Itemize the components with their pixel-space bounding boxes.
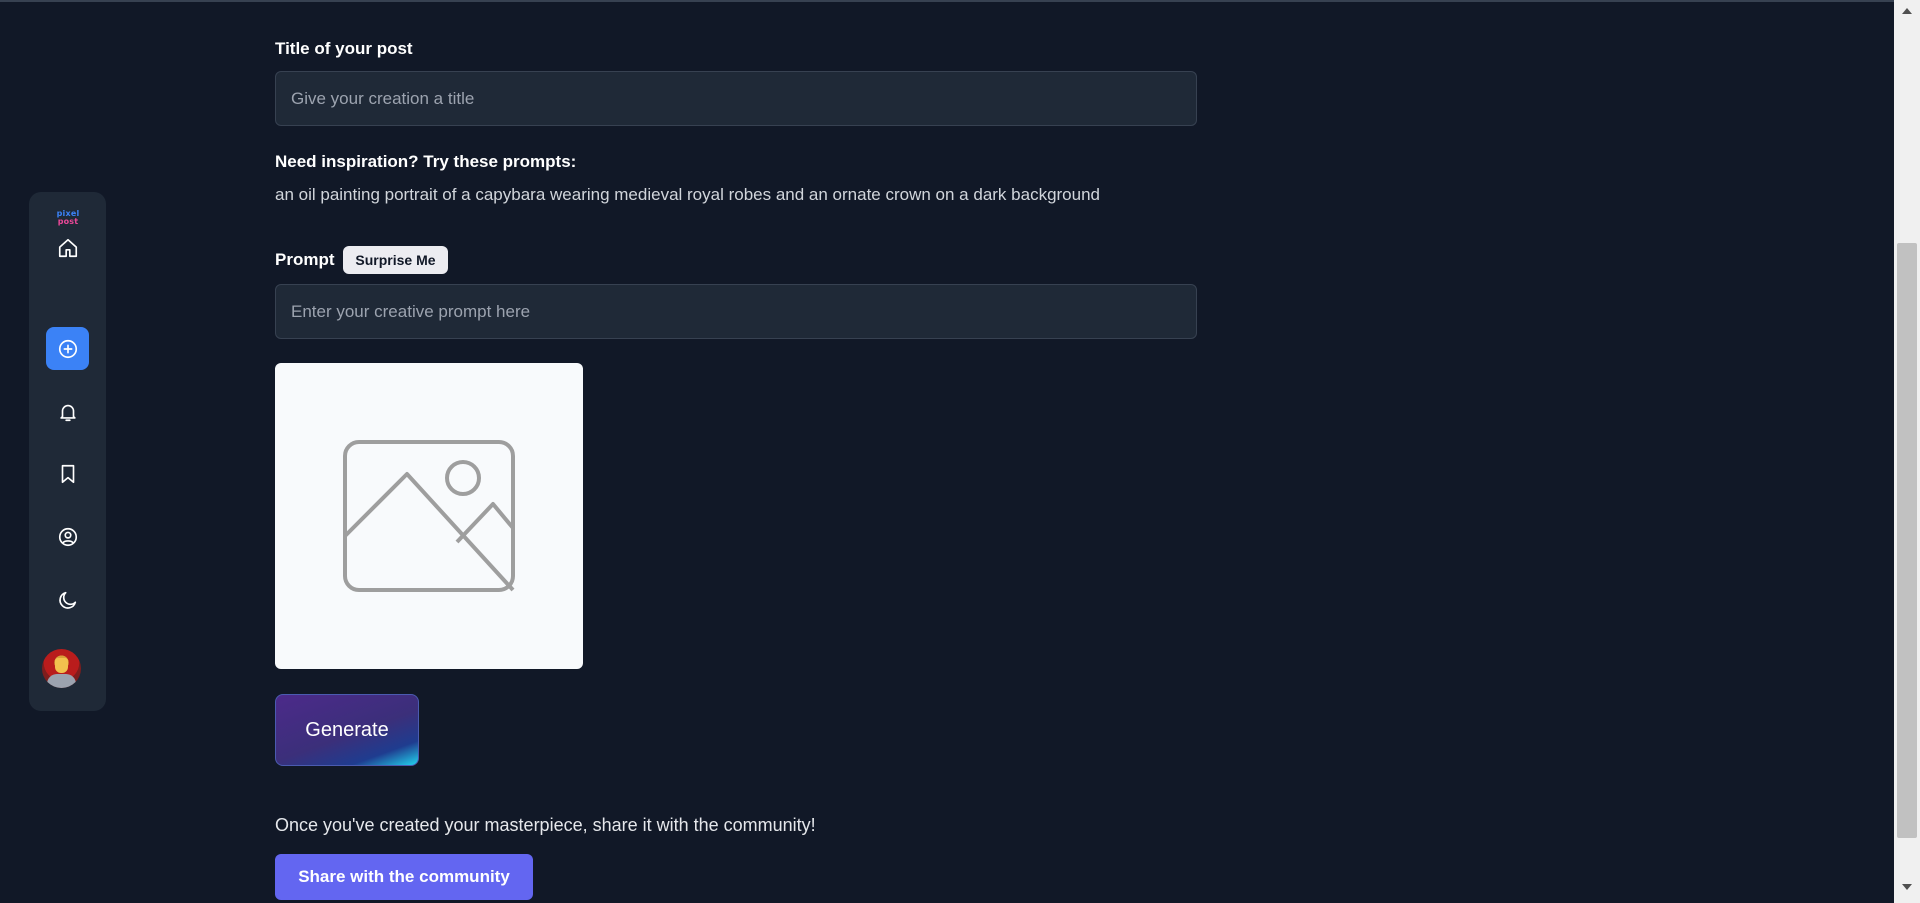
sidebar-item-saved[interactable] bbox=[46, 452, 89, 495]
generate-button[interactable]: Generate bbox=[275, 694, 419, 766]
sidebar: pixel post bbox=[29, 192, 106, 711]
vertical-scrollbar[interactable] bbox=[1894, 0, 1920, 903]
share-description: Once you've created your masterpiece, sh… bbox=[275, 815, 816, 835]
scroll-up-arrow-icon[interactable] bbox=[1902, 8, 1912, 14]
title-label: Title of your post bbox=[275, 39, 413, 58]
moon-icon bbox=[58, 591, 76, 609]
avatar[interactable] bbox=[42, 649, 81, 688]
image-preview bbox=[275, 363, 583, 669]
bell-icon bbox=[59, 404, 76, 421]
image-placeholder-icon bbox=[343, 440, 515, 592]
prompt-label: Prompt bbox=[275, 250, 335, 269]
top-border bbox=[0, 0, 1894, 2]
sidebar-item-profile[interactable] bbox=[46, 515, 89, 558]
plus-circle-icon bbox=[58, 339, 77, 358]
scroll-down-arrow-icon[interactable] bbox=[1902, 884, 1912, 890]
sidebar-item-create[interactable] bbox=[46, 327, 89, 370]
home-icon bbox=[58, 238, 77, 257]
sidebar-item-home[interactable] bbox=[46, 226, 89, 269]
sidebar-item-notifications[interactable] bbox=[46, 390, 89, 433]
scroll-thumb[interactable] bbox=[1897, 243, 1917, 838]
avatar-face bbox=[55, 658, 68, 673]
bookmark-icon bbox=[61, 464, 74, 483]
user-circle-icon bbox=[58, 527, 77, 546]
avatar-body bbox=[47, 674, 76, 688]
inspiration-label: Need inspiration? Try these prompts: bbox=[275, 152, 577, 171]
prompt-input[interactable] bbox=[275, 284, 1197, 339]
share-button[interactable]: Share with the community bbox=[275, 854, 533, 900]
inspiration-prompt[interactable]: an oil painting portrait of a capybara w… bbox=[275, 185, 1100, 205]
sidebar-item-theme[interactable] bbox=[46, 578, 89, 621]
title-input[interactable] bbox=[275, 71, 1197, 126]
surprise-me-button[interactable]: Surprise Me bbox=[343, 246, 448, 274]
